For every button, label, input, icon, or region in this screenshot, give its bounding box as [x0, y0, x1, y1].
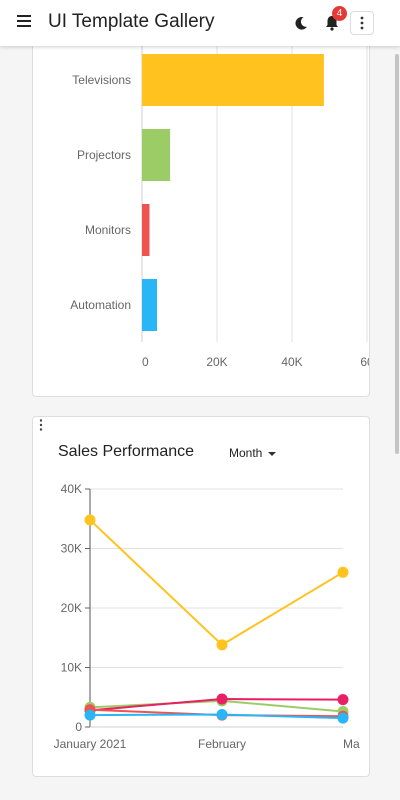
- scrollbar-thumb[interactable]: [395, 54, 399, 454]
- x-tick-label: Ma: [343, 737, 360, 751]
- more-vertical-icon: [360, 16, 364, 30]
- app-bar: UI Template Gallery 4: [0, 0, 400, 46]
- y-tick-label: 40K: [61, 482, 82, 496]
- sales-performance-line-chart: 40K 30K 20K 10K 0 January 2021 February Ma: [54, 482, 360, 751]
- series-line: [89, 519, 344, 647]
- x-tick-label: February: [198, 737, 246, 751]
- data-point: [216, 693, 228, 705]
- category-label: Monitors: [85, 223, 131, 237]
- data-point: [84, 709, 96, 721]
- app-title: UI Template Gallery: [48, 11, 215, 32]
- notification-count-badge: 4: [332, 6, 347, 21]
- product-sales-bar-chart: 0 20K 40K 60 Televisions Projectors Monitors Au…: [70, 29, 369, 369]
- bar: [142, 129, 171, 181]
- y-tick-label: 20K: [61, 601, 82, 615]
- hamburger-menu-icon[interactable]: [17, 15, 31, 29]
- data-point: [337, 712, 349, 724]
- data-point: [216, 709, 228, 721]
- category-label: Automation: [70, 298, 131, 312]
- data-point: [337, 694, 349, 706]
- page-scrollbar[interactable]: [395, 46, 400, 800]
- data-point: [337, 566, 349, 578]
- y-tick-label: 0: [75, 720, 82, 734]
- y-tick-label: 30K: [61, 542, 82, 556]
- product-sales-bar-chart-card: 0 20K 40K 60 Televisions Projectors Monitors Au…: [32, 0, 370, 397]
- category-label: Televisions: [72, 73, 131, 87]
- x-tick-label: 20K: [206, 355, 227, 369]
- bar: [142, 54, 324, 106]
- bar: [142, 204, 150, 256]
- bar: [142, 279, 157, 331]
- x-tick-label: 0: [142, 355, 149, 369]
- x-tick-label: 60: [360, 355, 369, 369]
- data-point: [84, 514, 96, 526]
- more-options-button[interactable]: [350, 11, 374, 35]
- moon-icon[interactable]: [293, 15, 309, 31]
- category-label: Projectors: [77, 148, 131, 162]
- sales-performance-card: Sales Performance Month 40K 30K 20K 10K 0 Jan…: [32, 416, 370, 777]
- x-tick-label: January 2021: [54, 737, 127, 751]
- x-tick-label: 40K: [281, 355, 302, 369]
- y-tick-label: 10K: [61, 661, 82, 675]
- data-point: [216, 639, 228, 651]
